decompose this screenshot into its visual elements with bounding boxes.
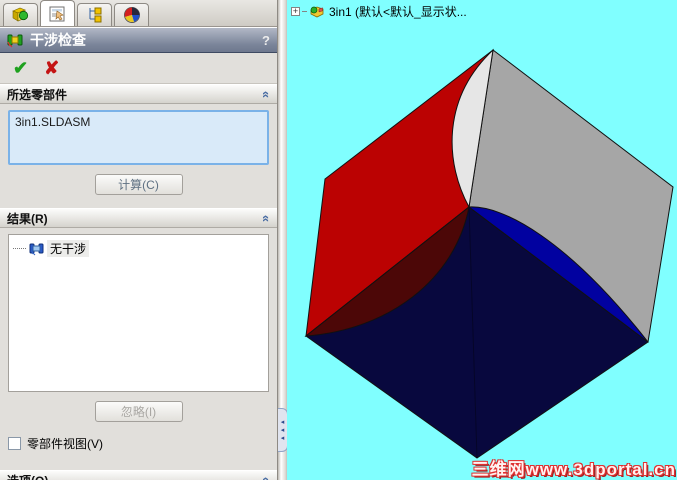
component-view-label: 零部件视图(V)	[27, 437, 103, 451]
panel-title: 干涉检查	[30, 32, 86, 48]
calculate-button[interactable]: 计算(C)	[94, 174, 183, 195]
collapse-chevron-icon[interactable]: «	[259, 90, 274, 97]
splitter-arrow-icon: ◂	[280, 434, 285, 442]
property-manager-panel: 干涉检查 ? ✔ ✘ 所选零部件 « 3in1.SLDASM 计算(C) 结果(…	[0, 0, 277, 480]
tab-featuremanager[interactable]	[3, 3, 38, 26]
ok-button[interactable]: ✔	[13, 58, 28, 79]
assembly-icon	[310, 6, 324, 18]
options-header[interactable]: 选项(O) «	[0, 470, 277, 480]
result-tree-item[interactable]: 无干涉	[11, 240, 266, 257]
panel-splitter[interactable]: ◂ ◂ ◂	[277, 0, 288, 480]
help-icon[interactable]: ?	[262, 33, 270, 48]
graphics-area[interactable]: + 3in1 (默认<默认_显示状... 三维网www.3dportal.cn	[287, 0, 677, 480]
cancel-button[interactable]: ✘	[44, 58, 59, 79]
featuremanager-icon	[11, 7, 28, 22]
results-header[interactable]: 结果(R) «	[0, 208, 277, 228]
assembly-root-label[interactable]: 3in1 (默认<默认_显示状...	[329, 3, 467, 20]
splitter-arrow-icon: ◂	[280, 418, 285, 426]
displaymanager-icon	[123, 7, 140, 23]
collapse-chevron-icon[interactable]: «	[259, 476, 274, 480]
selected-components-body: 3in1.SLDASM 计算(C)	[0, 104, 277, 203]
selected-components-header-label: 所选零部件	[7, 87, 68, 102]
tree-expand-icon[interactable]: +	[291, 7, 300, 16]
tab-displaymanager[interactable]	[114, 3, 149, 26]
options-header-label: 选项(O)	[7, 472, 48, 480]
panel-tab-bar	[0, 0, 277, 27]
pm-command-row: ✔ ✘	[0, 53, 277, 84]
ignore-button[interactable]: 忽略(I)	[94, 401, 183, 422]
tree-connector-line	[302, 11, 307, 12]
result-item-label[interactable]: 无干涉	[47, 240, 90, 257]
results-header-label: 结果(R)	[7, 211, 48, 226]
interference-check-icon	[7, 34, 23, 48]
selected-component-item[interactable]: 3in1.SLDASM	[15, 115, 262, 129]
collapse-chevron-icon[interactable]: «	[259, 214, 274, 221]
solidworks-window: 干涉检查 ? ✔ ✘ 所选零部件 « 3in1.SLDASM 计算(C) 结果(…	[0, 0, 677, 480]
tab-propertymanager[interactable]	[40, 0, 75, 26]
results-tree[interactable]: 无干涉	[8, 234, 269, 392]
panel-title-bar: 干涉检查 ?	[0, 27, 277, 53]
feature-tree-root[interactable]: + 3in1 (默认<默认_显示状...	[291, 3, 467, 20]
configurationmanager-icon	[89, 7, 101, 23]
results-body: 无干涉 忽略(I)	[0, 228, 277, 430]
component-view-checkbox[interactable]	[8, 437, 21, 450]
no-interference-icon	[29, 243, 44, 255]
selected-components-header[interactable]: 所选零部件 «	[0, 84, 277, 104]
tree-branch-line	[13, 248, 26, 249]
selected-components-list[interactable]: 3in1.SLDASM	[8, 110, 269, 165]
propertymanager-icon	[49, 6, 64, 21]
watermark: 三维网www.3dportal.cn	[471, 460, 676, 479]
splitter-arrow-icon: ◂	[280, 426, 285, 434]
assembly-model-3in1[interactable]	[287, 0, 677, 480]
tab-configurationmanager[interactable]	[77, 3, 112, 26]
component-view-row: 零部件视图(V)	[0, 430, 277, 457]
